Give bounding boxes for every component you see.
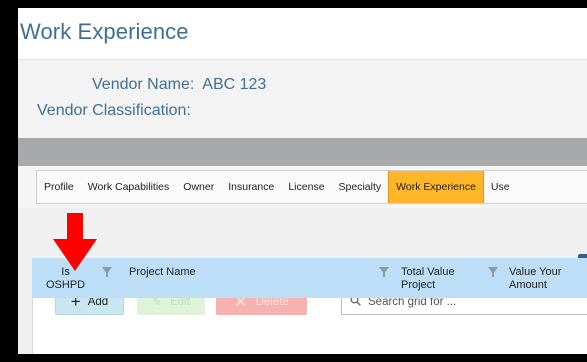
- vendor-classification-label: Vendor Classification:: [37, 102, 191, 119]
- filter-icon[interactable]: [488, 267, 498, 277]
- header-band: [18, 138, 587, 166]
- page-title: Work Experience: [20, 19, 189, 44]
- vendor-name-label: Vendor Name:: [92, 76, 195, 93]
- column-value-your-line2: Amount: [509, 279, 547, 291]
- tab-profile[interactable]: Profile: [37, 171, 81, 203]
- tab-users[interactable]: Use: [484, 171, 517, 203]
- column-value-your-amount[interactable]: Value Your Amount: [509, 266, 561, 292]
- tab-owner[interactable]: Owner: [176, 171, 221, 203]
- red-down-arrow-icon: [53, 213, 97, 271]
- column-total-value-line2: Project: [401, 279, 436, 291]
- column-value-your-line1: Value Your: [509, 266, 562, 278]
- column-total-value-line1: Total Value: [401, 266, 455, 278]
- vendor-name-value: ABC 123: [202, 76, 267, 93]
- tab-list: Profile Work Capabilities Owner Insuranc…: [36, 170, 587, 204]
- filter-icon[interactable]: [379, 267, 389, 277]
- tab-specialty[interactable]: Specialty: [332, 171, 389, 203]
- column-project-name[interactable]: Project Name: [129, 266, 196, 279]
- tab-insurance[interactable]: Insurance: [221, 171, 281, 203]
- tab-work-experience[interactable]: Work Experience: [388, 171, 484, 203]
- vendor-name-row: Vendor Name: ABC 123: [92, 76, 266, 94]
- column-is-oshpd-line2: OSHPD: [46, 279, 86, 291]
- tab-license[interactable]: License: [281, 171, 331, 203]
- app-window: Work Experience Vendor Name: ABC 123 Vend…: [18, 8, 587, 354]
- content-area: + Add ✎ Edit ✕ Delete Search grid for ..…: [18, 208, 587, 354]
- vendor-info: Vendor Name: ABC 123 Vendor Classificatio…: [18, 60, 587, 138]
- filter-icon[interactable]: [102, 267, 112, 277]
- tab-work-capabilities[interactable]: Work Capabilities: [81, 171, 177, 203]
- column-total-value[interactable]: Total Value Project: [401, 266, 455, 292]
- tab-strip: Profile Work Capabilities Owner Insuranc…: [18, 166, 587, 208]
- title-bar: Work Experience: [18, 8, 587, 60]
- grid-header-row: Is OSHPD Project Name Total Value Projec…: [32, 258, 587, 298]
